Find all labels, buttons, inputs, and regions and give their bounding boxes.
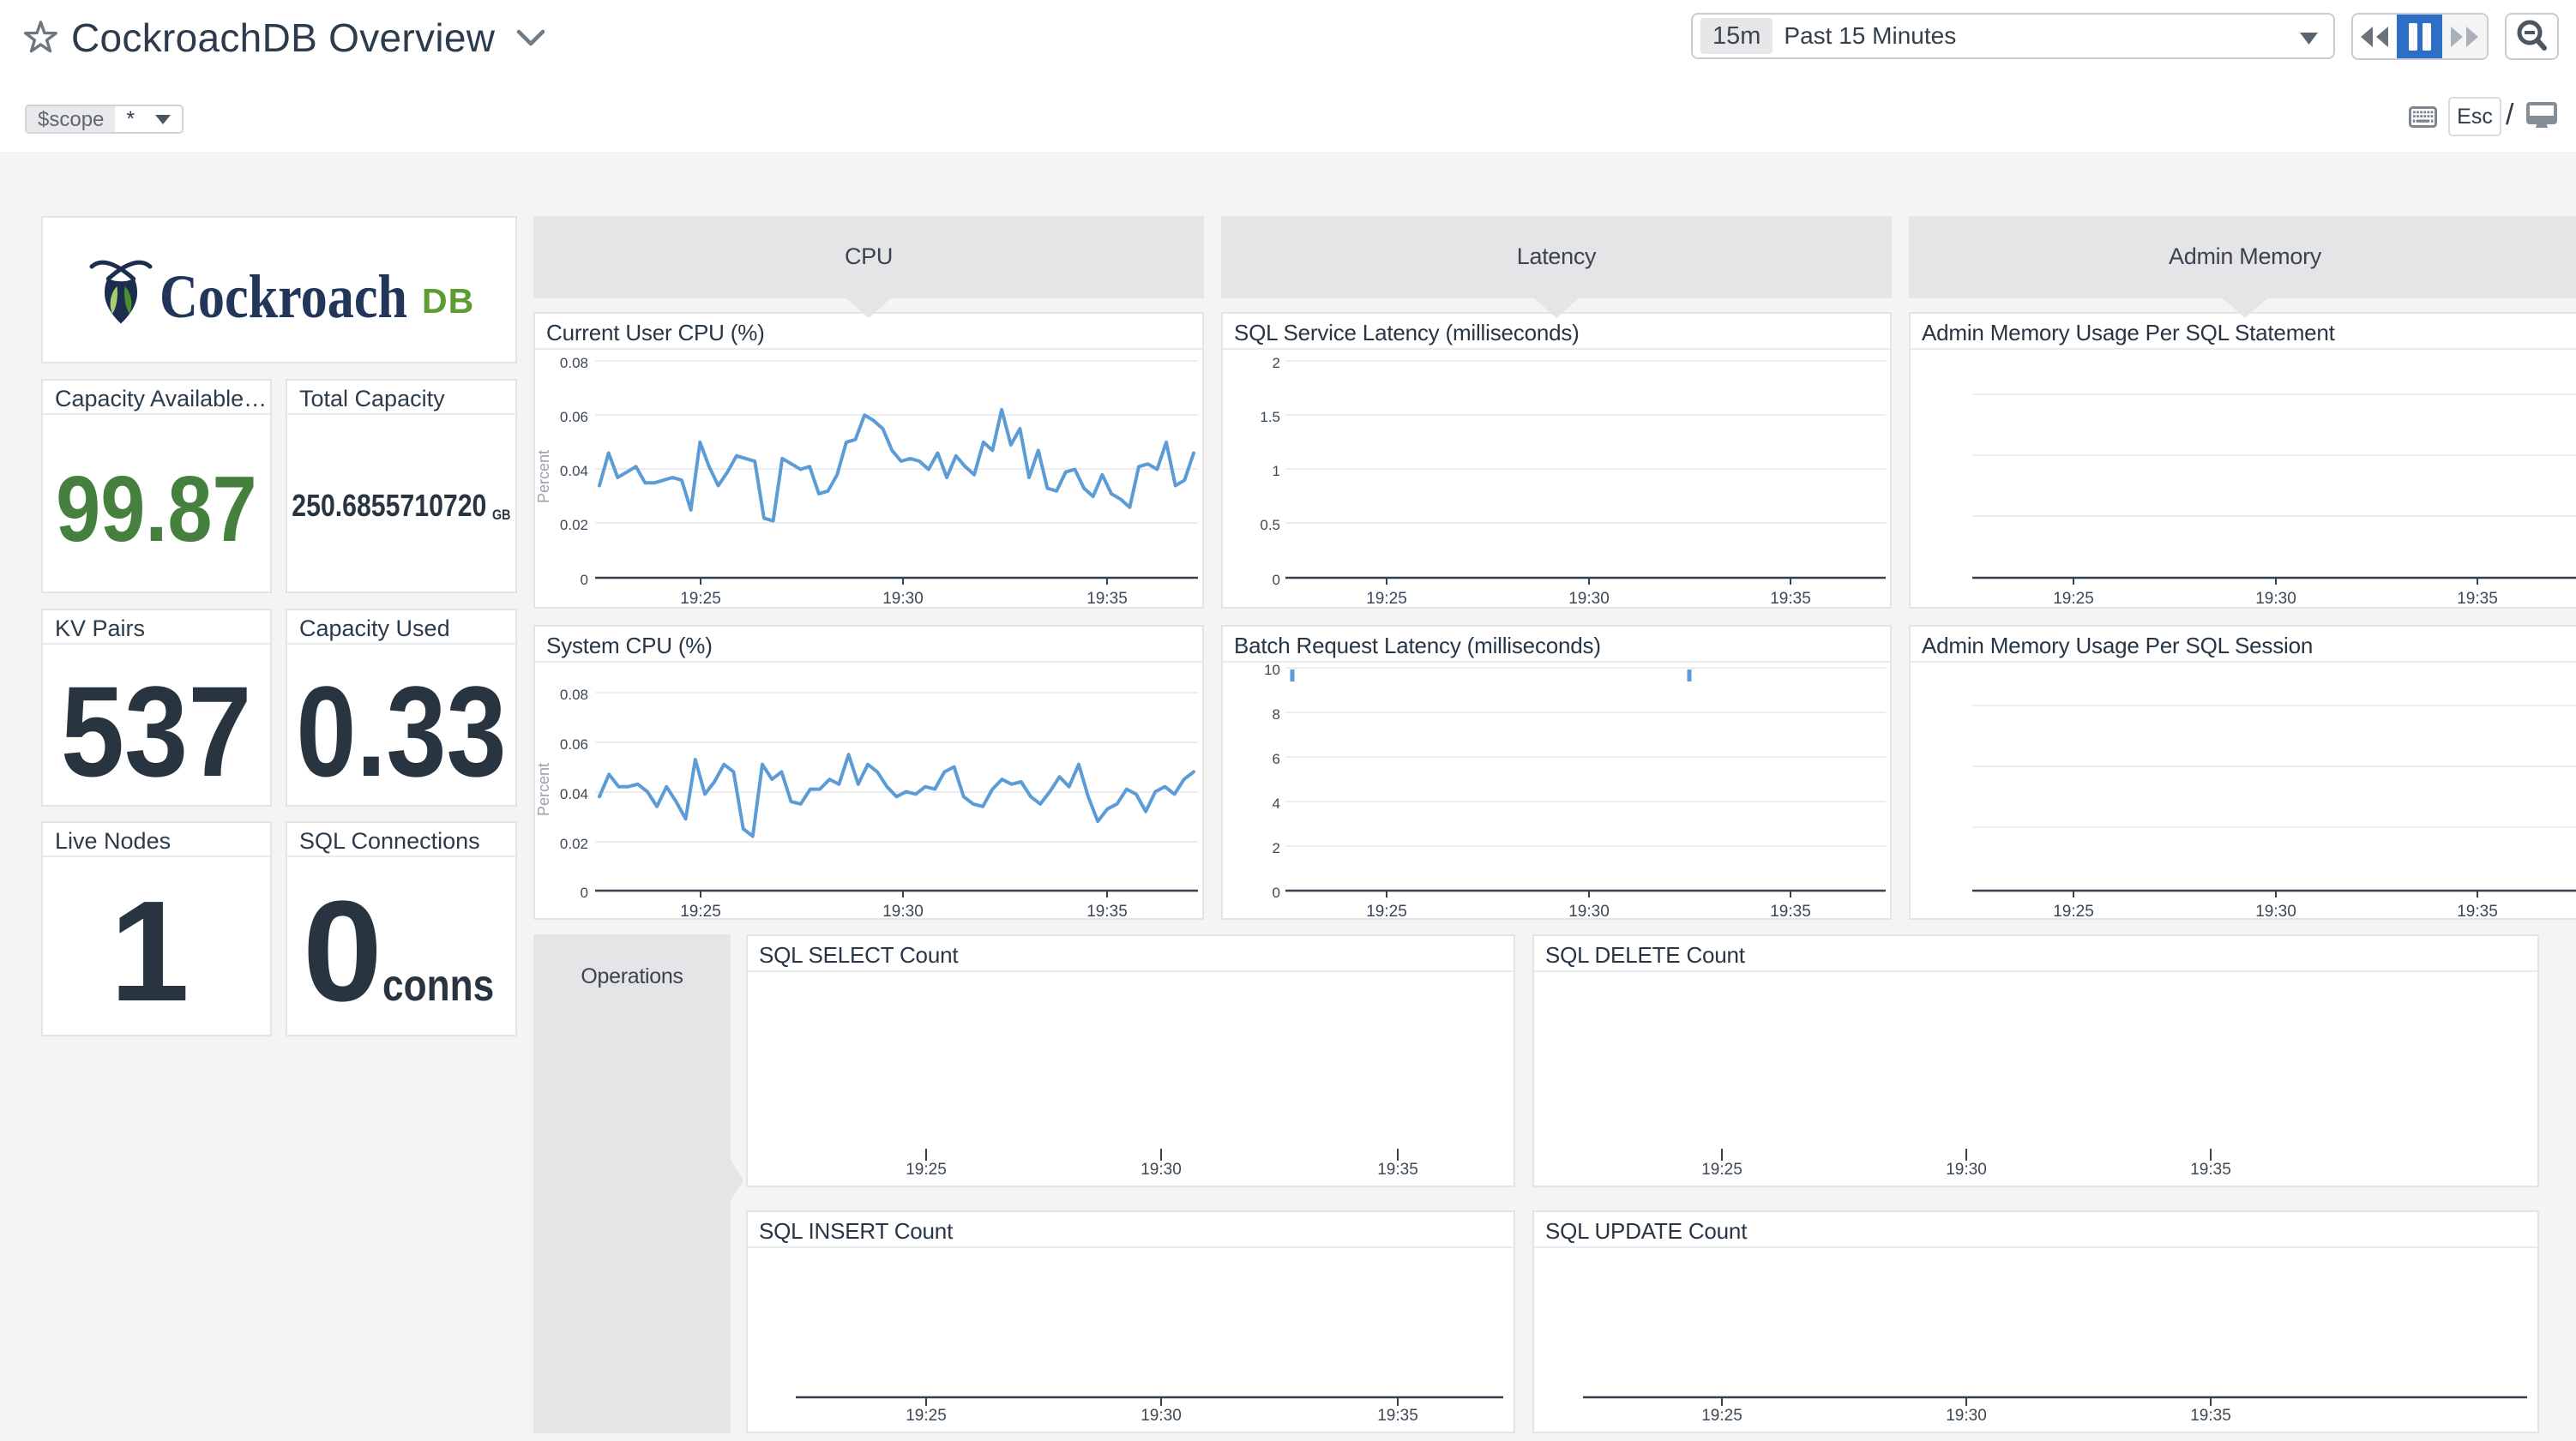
svg-text:19:25: 19:25 <box>2053 590 2094 608</box>
svg-text:19:35: 19:35 <box>1377 1407 1418 1425</box>
svg-text:19:25: 19:25 <box>1366 903 1407 921</box>
svg-text:19:30: 19:30 <box>1141 1161 1182 1179</box>
svg-text:19:25: 19:25 <box>1366 590 1407 608</box>
svg-text:0: 0 <box>1273 885 1280 901</box>
svg-text:8: 8 <box>1273 706 1280 723</box>
svg-text:19:25: 19:25 <box>906 1407 947 1425</box>
svg-text:19:25: 19:25 <box>1701 1407 1742 1425</box>
svg-text:1.5: 1.5 <box>1260 409 1280 425</box>
svg-text:Percent: Percent <box>535 763 552 816</box>
svg-text:19:25: 19:25 <box>680 903 721 921</box>
svg-text:Percent: Percent <box>535 450 552 503</box>
svg-text:0.08: 0.08 <box>560 687 588 703</box>
svg-text:19:35: 19:35 <box>2190 1407 2231 1425</box>
svg-text:19:30: 19:30 <box>882 903 924 921</box>
svg-text:0.06: 0.06 <box>560 736 588 753</box>
svg-text:10: 10 <box>1264 662 1280 678</box>
svg-text:0.04: 0.04 <box>560 786 588 802</box>
svg-text:Cockroach: Cockroach <box>159 262 407 331</box>
svg-text:1: 1 <box>1273 463 1280 479</box>
svg-text:19:35: 19:35 <box>1377 1161 1418 1179</box>
svg-text:19:35: 19:35 <box>1770 590 1811 608</box>
svg-text:19:35: 19:35 <box>2457 903 2498 921</box>
svg-text:19:30: 19:30 <box>1946 1161 1987 1179</box>
svg-text:19:35: 19:35 <box>2457 590 2498 608</box>
svg-text:0: 0 <box>581 885 588 901</box>
svg-text:4: 4 <box>1273 796 1280 812</box>
svg-text:19:35: 19:35 <box>1770 903 1811 921</box>
svg-text:6: 6 <box>1273 751 1280 767</box>
svg-text:19:30: 19:30 <box>2255 903 2296 921</box>
svg-text:0.5: 0.5 <box>1260 517 1280 533</box>
svg-text:0: 0 <box>1273 572 1280 588</box>
svg-text:2: 2 <box>1273 355 1280 371</box>
svg-text:19:30: 19:30 <box>1568 903 1610 921</box>
svg-text:19:30: 19:30 <box>882 590 924 608</box>
svg-text:0.04: 0.04 <box>560 463 588 479</box>
svg-text:0.06: 0.06 <box>560 409 588 425</box>
svg-text:19:25: 19:25 <box>1701 1161 1742 1179</box>
svg-text:19:30: 19:30 <box>1946 1407 1987 1425</box>
svg-text:19:30: 19:30 <box>2255 590 2296 608</box>
svg-text:19:35: 19:35 <box>2190 1161 2231 1179</box>
svg-text:19:35: 19:35 <box>1086 590 1128 608</box>
svg-text:0.08: 0.08 <box>560 355 588 371</box>
svg-text:0.02: 0.02 <box>560 517 588 533</box>
svg-text:2: 2 <box>1273 840 1280 856</box>
svg-text:19:35: 19:35 <box>1086 903 1128 921</box>
svg-text:19:25: 19:25 <box>680 590 721 608</box>
svg-text:19:30: 19:30 <box>1141 1407 1182 1425</box>
svg-text:19:25: 19:25 <box>906 1161 947 1179</box>
svg-text:DB: DB <box>422 281 474 321</box>
svg-text:0: 0 <box>581 572 588 588</box>
svg-text:19:25: 19:25 <box>2053 903 2094 921</box>
svg-text:0.02: 0.02 <box>560 836 588 852</box>
svg-text:19:30: 19:30 <box>1568 590 1610 608</box>
